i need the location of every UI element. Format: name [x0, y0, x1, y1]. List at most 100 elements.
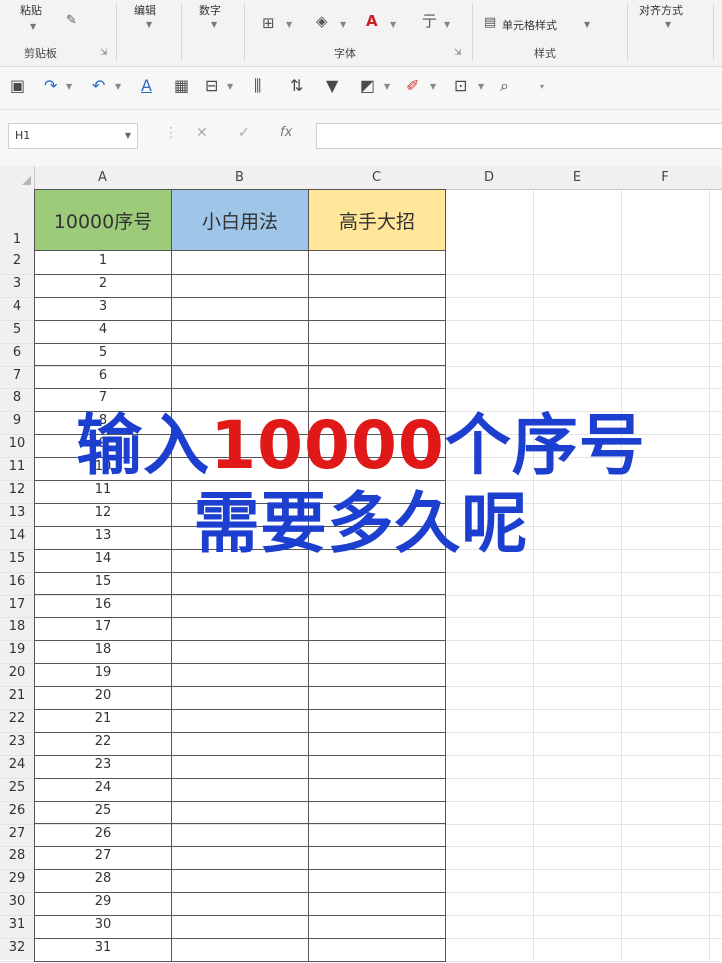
- table-cell[interactable]: [171, 938, 309, 962]
- table-cell[interactable]: [308, 571, 446, 596]
- row-header[interactable]: 2: [0, 253, 34, 276]
- table-cell[interactable]: [171, 823, 309, 848]
- table-cell[interactable]: [308, 823, 446, 848]
- header-cell-sequence[interactable]: 10000序号: [34, 189, 172, 251]
- cell-style-dropdown-icon[interactable]: ▼: [584, 20, 590, 29]
- border-dropdown-icon[interactable]: ▼: [286, 20, 292, 29]
- sequence-cell[interactable]: 28: [34, 869, 172, 894]
- table-cell[interactable]: [308, 365, 446, 390]
- table-cell[interactable]: [171, 709, 309, 733]
- sequence-cell[interactable]: 24: [34, 777, 172, 802]
- table-cell[interactable]: [171, 365, 309, 390]
- sequence-cell[interactable]: 2: [34, 273, 172, 298]
- sequence-cell[interactable]: 23: [34, 754, 172, 779]
- cancel-icon[interactable]: ✕: [196, 126, 208, 140]
- sequence-cell[interactable]: 27: [34, 846, 172, 871]
- number-format-button[interactable]: 数字: [199, 2, 221, 18]
- sequence-cell[interactable]: 21: [34, 709, 172, 733]
- table-cell[interactable]: [171, 640, 309, 665]
- sequence-cell[interactable]: 29: [34, 892, 172, 917]
- enter-icon[interactable]: ✓: [238, 126, 250, 140]
- phonetic-icon[interactable]: 亍: [422, 14, 437, 29]
- row-header[interactable]: 24: [0, 757, 34, 780]
- select-all-corner[interactable]: [22, 176, 31, 185]
- sequence-cell[interactable]: 30: [34, 915, 172, 939]
- table-cell[interactable]: [308, 617, 446, 642]
- row-header[interactable]: 23: [0, 734, 34, 757]
- table-cell[interactable]: [171, 800, 309, 825]
- sequence-cell[interactable]: 16: [34, 594, 172, 619]
- chart-icon[interactable]: ◩: [360, 78, 375, 94]
- header-cell-beginner[interactable]: 小白用法: [171, 189, 309, 251]
- row-header[interactable]: 22: [0, 711, 34, 734]
- sequence-cell[interactable]: 26: [34, 823, 172, 848]
- row-header[interactable]: 21: [0, 688, 34, 711]
- row-header[interactable]: 3: [0, 276, 34, 299]
- header-cell-expert[interactable]: 高手大招: [308, 189, 446, 251]
- alignment-button[interactable]: 对齐方式: [639, 2, 683, 18]
- table-cell[interactable]: [308, 594, 446, 619]
- table-cell[interactable]: [171, 296, 309, 321]
- sequence-cell[interactable]: 25: [34, 800, 172, 825]
- row-header[interactable]: 30: [0, 894, 34, 917]
- sequence-cell[interactable]: 22: [34, 731, 172, 756]
- table-cell[interactable]: [171, 892, 309, 917]
- row-header[interactable]: 28: [0, 848, 34, 871]
- sequence-cell[interactable]: 19: [34, 663, 172, 688]
- table-cell[interactable]: [171, 731, 309, 756]
- redo-icon[interactable]: ↷: [44, 78, 57, 94]
- table-cell[interactable]: [308, 892, 446, 917]
- table-cell[interactable]: [308, 915, 446, 939]
- row-header[interactable]: 26: [0, 803, 34, 826]
- table-cell[interactable]: [171, 594, 309, 619]
- clear-dropdown-icon[interactable]: ▼: [430, 82, 436, 91]
- cell-style-button[interactable]: 单元格样式: [502, 17, 557, 33]
- chart-dropdown-icon[interactable]: ▼: [384, 82, 390, 91]
- row-header[interactable]: 6: [0, 345, 34, 368]
- table-cell[interactable]: [308, 640, 446, 665]
- phonetic-dropdown-icon[interactable]: ▼: [444, 20, 450, 29]
- edit-button[interactable]: 编辑: [134, 2, 156, 18]
- customize-toolbar-icon[interactable]: ▾: [540, 82, 544, 91]
- row-header[interactable]: 7: [0, 368, 34, 391]
- row-header[interactable]: 29: [0, 871, 34, 894]
- row-header[interactable]: 16: [0, 574, 34, 597]
- font-launcher-icon[interactable]: ⇲: [454, 48, 462, 58]
- table-cell[interactable]: [308, 731, 446, 756]
- row-header[interactable]: 18: [0, 619, 34, 642]
- undo-icon[interactable]: ↶: [92, 78, 105, 94]
- sequence-cell[interactable]: 5: [34, 342, 172, 367]
- column-header-c[interactable]: C: [308, 166, 445, 189]
- name-box-dropdown-icon[interactable]: ▼: [125, 131, 131, 140]
- sequence-cell[interactable]: 1: [34, 251, 172, 275]
- find-icon[interactable]: ⌕: [500, 78, 509, 94]
- format-painter-icon[interactable]: ✎: [66, 14, 77, 27]
- table-cell[interactable]: [171, 686, 309, 710]
- column-header-b[interactable]: B: [171, 166, 308, 189]
- table-cell[interactable]: [308, 800, 446, 825]
- table-cell[interactable]: [171, 571, 309, 596]
- paste-dropdown-icon[interactable]: ▼: [30, 22, 36, 31]
- table-cell[interactable]: [171, 319, 309, 344]
- table-cell[interactable]: [308, 846, 446, 871]
- redo-dropdown-icon[interactable]: ▼: [66, 82, 72, 91]
- merge-dropdown-icon[interactable]: ▼: [227, 82, 233, 91]
- table-icon[interactable]: ▦: [174, 78, 189, 94]
- table-cell[interactable]: [171, 342, 309, 367]
- table-cell[interactable]: [171, 617, 309, 642]
- save-icon[interactable]: ▣: [10, 78, 25, 94]
- row-header[interactable]: 27: [0, 826, 34, 849]
- table-cell[interactable]: [171, 915, 309, 939]
- sequence-cell[interactable]: 3: [34, 296, 172, 321]
- clipboard-launcher-icon[interactable]: ⇲: [100, 48, 108, 58]
- insert-icon[interactable]: ⊡: [454, 78, 467, 94]
- table-cell[interactable]: [308, 938, 446, 962]
- column-header-a[interactable]: A: [34, 166, 171, 189]
- table-cell[interactable]: [171, 869, 309, 894]
- row-header[interactable]: 19: [0, 642, 34, 665]
- table-cell[interactable]: [308, 273, 446, 298]
- row-header[interactable]: 20: [0, 665, 34, 688]
- table-cell[interactable]: [171, 251, 309, 275]
- table-cell[interactable]: [308, 296, 446, 321]
- table-cell[interactable]: [308, 709, 446, 733]
